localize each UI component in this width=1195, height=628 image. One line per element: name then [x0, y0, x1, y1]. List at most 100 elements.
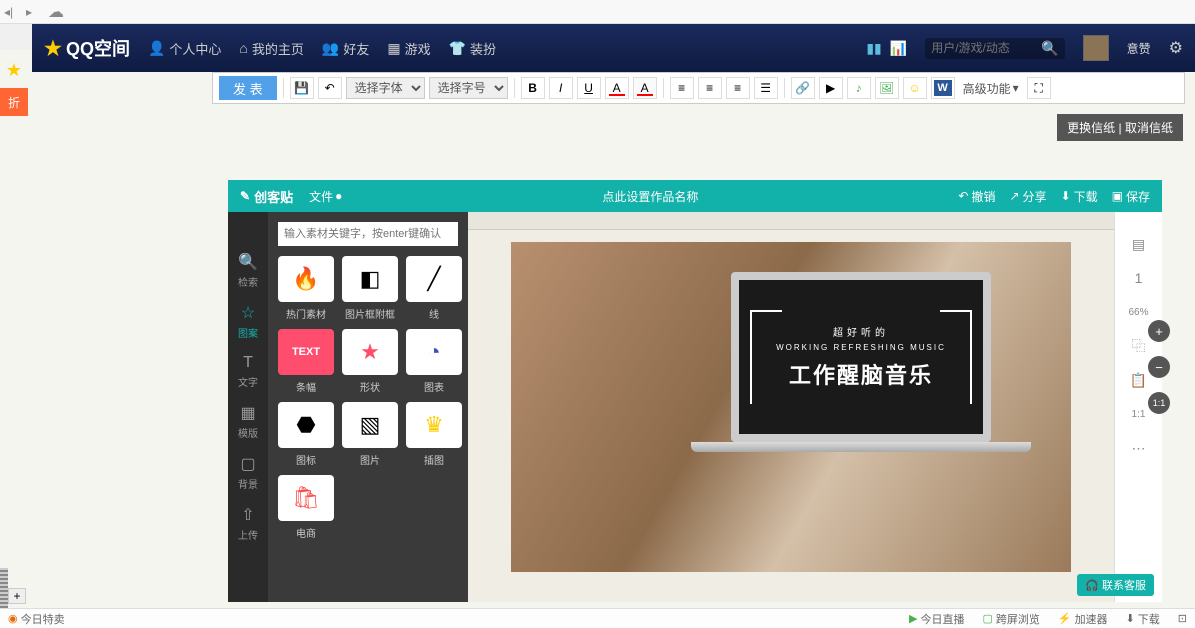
tile-icon: ♛	[406, 402, 462, 448]
search-box[interactable]: 🔍	[925, 38, 1064, 59]
settings-icon[interactable]: ⚙	[1169, 38, 1183, 58]
save-icon[interactable]: 💾	[290, 77, 314, 99]
volume-rail[interactable]	[0, 568, 8, 608]
nav-item[interactable]: 👕装扮	[449, 39, 496, 58]
qq-logo[interactable]: ★ QQ空间	[44, 35, 130, 61]
nav-item[interactable]: ▦游戏	[387, 39, 430, 58]
asset-tile[interactable]: ▧图片	[342, 402, 398, 467]
sidenav-item[interactable]: ▦模版	[232, 403, 264, 440]
asset-tile[interactable]: 🛍电商	[278, 475, 334, 540]
favorites-star-icon[interactable]: ★	[0, 56, 28, 84]
expand-icon[interactable]: ⊡	[1178, 612, 1187, 625]
sidenav-item[interactable]: ▢ 背景	[232, 454, 264, 491]
underline-button[interactable]: U	[577, 77, 601, 99]
chart-icon[interactable]: 📊	[890, 40, 907, 57]
change-stationery-link[interactable]: 更换信纸	[1067, 121, 1115, 135]
undo-icon[interactable]: ↶	[318, 77, 342, 99]
undo-button[interactable]: ↶撤销	[958, 188, 995, 205]
avatar[interactable]	[1083, 35, 1109, 61]
asset-tile[interactable]: ◧图片框附框	[342, 256, 398, 321]
text-color-button[interactable]: A	[605, 77, 629, 99]
accelerator-link[interactable]: ⚡加速器	[1058, 611, 1108, 627]
share-button[interactable]: ↗分享	[1009, 188, 1046, 205]
asset-tile[interactable]: ◔图表	[406, 329, 462, 394]
fit-button[interactable]: 1:1	[1148, 392, 1170, 414]
image-icon[interactable]: 🖼	[875, 77, 899, 99]
cloud-icon[interactable]: ☁	[48, 2, 64, 22]
asset-tile[interactable]: 🔥热门素材	[278, 256, 334, 321]
tile-icon: ◧	[342, 256, 398, 302]
canvas-design[interactable]: 超好听的 WORKING REFRESHING MUSIC 工作醒脑音乐	[511, 242, 1071, 572]
search-icon[interactable]: 🔍	[1041, 40, 1058, 57]
sidenav-icon: ▦	[240, 403, 255, 423]
download-link[interactable]: ⬇下载	[1126, 611, 1160, 627]
paste-icon[interactable]: 📋	[1127, 368, 1151, 392]
sidenav-item[interactable]: 🔍检索	[232, 252, 264, 289]
nav-icon: 👤	[148, 40, 165, 57]
nav-label: 游戏	[405, 39, 431, 58]
sidenav-label: 背景	[238, 476, 258, 491]
discount-icon[interactable]: 折	[0, 88, 28, 116]
search-input[interactable]	[931, 41, 1041, 55]
download-button[interactable]: ⬇下载	[1061, 188, 1098, 205]
bg-color-button[interactable]: A	[633, 77, 657, 99]
cross-screen-link[interactable]: ▢跨屏浏览	[982, 611, 1039, 627]
cancel-stationery-link[interactable]: 取消信纸	[1125, 121, 1173, 135]
layers-icon[interactable]: ▤	[1127, 232, 1151, 256]
work-title[interactable]: 点此设置作品名称	[358, 188, 942, 205]
list-button[interactable]: ☰	[754, 77, 778, 99]
sidenav-item[interactable]: ⇧上传	[232, 505, 264, 542]
nav-item[interactable]: 👤个人中心	[148, 39, 221, 58]
emoji-icon[interactable]: ☺	[903, 77, 927, 99]
zoom-out-button[interactable]: −	[1148, 356, 1170, 378]
publish-button[interactable]: 发 表	[219, 76, 277, 100]
nav-item[interactable]: ⌂我的主页	[239, 39, 303, 58]
file-menu[interactable]: 文件●	[309, 188, 342, 205]
font-size-select[interactable]: 选择字号	[429, 77, 508, 99]
tile-label: 线	[429, 306, 439, 321]
word-icon[interactable]: W	[931, 77, 955, 99]
live-link[interactable]: ▶今日直播	[909, 611, 964, 627]
fit-icon[interactable]: 1:1	[1127, 402, 1151, 426]
align-center-button[interactable]: ≡	[698, 77, 722, 99]
more-icon[interactable]: ⋯	[1127, 436, 1151, 460]
italic-button[interactable]: I	[549, 77, 573, 99]
asset-tile[interactable]: TEXT条幅	[278, 329, 334, 394]
sidenav-item[interactable]: T文字	[232, 354, 264, 389]
save-button[interactable]: ▣保存	[1112, 188, 1150, 205]
align-left-button[interactable]: ≡	[670, 77, 694, 99]
nav-item[interactable]: 👥好友	[322, 39, 369, 58]
asset-tile[interactable]: ♛插图	[406, 402, 462, 467]
sidenav-item[interactable]: ☆图案	[232, 303, 264, 340]
today-special-link[interactable]: ◉今日特卖	[8, 611, 65, 627]
music-icon[interactable]: ♪	[847, 77, 871, 99]
video-icon[interactable]: ▶	[819, 77, 843, 99]
asset-tile[interactable]: ╱线	[406, 256, 462, 321]
pause-icon[interactable]: ▮▮	[866, 40, 881, 57]
download-icon: ⬇	[1061, 189, 1071, 203]
align-right-button[interactable]: ≡	[726, 77, 750, 99]
contact-support-button[interactable]: 🎧 联系客服	[1077, 574, 1154, 596]
sidenav-icon: ⇧	[241, 505, 254, 525]
font-family-select[interactable]: 选择字体	[346, 77, 425, 99]
canvas-area[interactable]: 超好听的 WORKING REFRESHING MUSIC 工作醒脑音乐	[468, 212, 1114, 602]
forward-button[interactable]: ▸	[26, 5, 40, 19]
sidenav-icon: ▢	[240, 454, 255, 474]
advanced-button[interactable]: 高级功能 ▾	[959, 80, 1023, 97]
fullscreen-icon[interactable]: ⛶	[1027, 77, 1051, 99]
link-icon[interactable]: 🔗	[791, 77, 815, 99]
asset-tile[interactable]: ★形状	[342, 329, 398, 394]
undo-icon: ↶	[958, 189, 968, 203]
ck-logo[interactable]: ✎ 创客贴	[240, 187, 293, 206]
copy-icon[interactable]: ⿻	[1127, 334, 1151, 358]
qq-logo-text: QQ空间	[66, 35, 130, 61]
bold-button[interactable]: B	[521, 77, 545, 99]
assets-panel: 🔥热门素材◧图片框附框╱线 TEXT条幅★形状◔图表 ⬣图标▧图片♛插图 🛍电商	[268, 212, 468, 602]
asset-tile[interactable]: ⬣图标	[278, 402, 334, 467]
asset-search-input[interactable]	[278, 222, 458, 246]
add-button[interactable]: +	[8, 588, 26, 604]
tile-label: 电商	[296, 525, 316, 540]
back-button[interactable]: ◂|	[4, 5, 18, 19]
zoom-in-button[interactable]: +	[1148, 320, 1170, 342]
sidenav-icon: 🔍	[238, 252, 258, 272]
